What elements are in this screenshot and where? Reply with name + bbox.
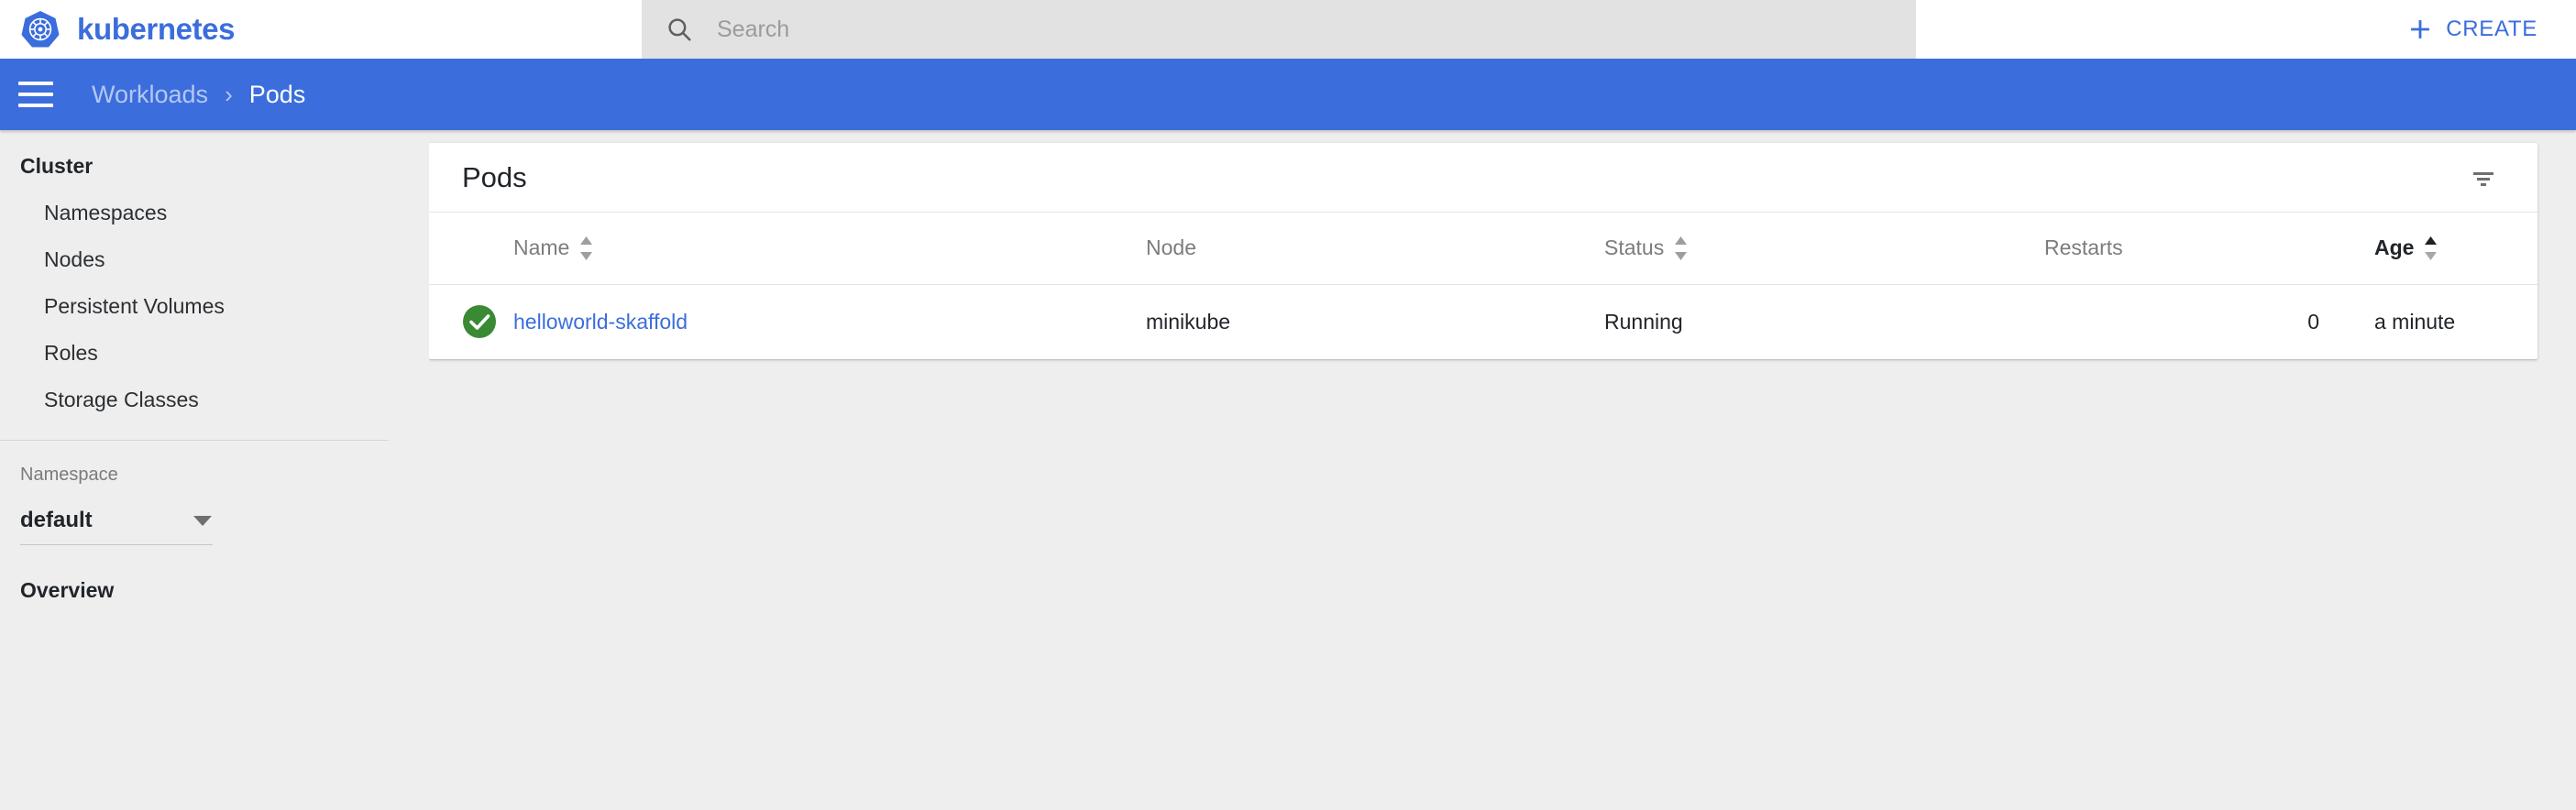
breadcrumb-item-pods: Pods [249, 81, 306, 109]
pods-table-body: helloworld-skaffold minikube Running 0 a… [429, 284, 2537, 359]
cell-status-icon [429, 284, 513, 359]
column-header-age[interactable]: Age [2319, 213, 2537, 284]
pods-table: Name Node [429, 213, 2537, 359]
hamburger-menu-icon[interactable] [18, 74, 59, 115]
breadcrumb-item-workloads[interactable]: Workloads [92, 81, 208, 109]
namespace-label: Namespace [20, 465, 429, 508]
column-header-restarts[interactable]: Restarts [2044, 213, 2319, 284]
column-header-age-label: Age [2374, 235, 2414, 260]
hamburger-bar [18, 82, 53, 85]
column-header-status-label: Status [1604, 235, 1664, 260]
namespace-select[interactable]: default [20, 508, 213, 545]
filter-icon [2469, 163, 2498, 192]
pods-card: Pods [429, 143, 2537, 359]
sidebar-item-roles[interactable]: Roles [0, 330, 429, 377]
column-header-node[interactable]: Node [1146, 213, 1604, 284]
pod-name-link[interactable]: helloworld-skaffold [513, 310, 688, 334]
column-header-restarts-label: Restarts [2044, 235, 2123, 260]
sidebar-item-storage-classes[interactable]: Storage Classes [0, 377, 429, 423]
column-header-status-icon [429, 213, 513, 284]
namespace-section: Namespace [0, 441, 429, 508]
sidebar-item-persistent-volumes[interactable]: Persistent Volumes [0, 283, 429, 330]
search-input[interactable] [717, 16, 1892, 43]
breadcrumb-separator-icon: › [208, 82, 249, 106]
pods-card-header: Pods [429, 143, 2537, 213]
top-bar-actions: CREATE [1916, 16, 2576, 42]
top-bar: kubernetes CREATE [0, 0, 2576, 59]
page-title: Pods [462, 161, 527, 194]
kubernetes-wheel-icon [20, 9, 61, 49]
breadcrumb: Workloads › Pods [92, 81, 305, 109]
sidebar-item-overview[interactable]: Overview [0, 545, 429, 614]
hamburger-bar [18, 93, 53, 96]
filter-button[interactable] [2459, 153, 2508, 202]
page-body: Cluster Namespaces Nodes Persistent Volu… [0, 130, 2576, 810]
cell-age: a minute [2319, 284, 2537, 359]
plus-icon [2407, 16, 2433, 42]
caret-down-icon [193, 514, 213, 527]
sidebar: Cluster Namespaces Nodes Persistent Volu… [0, 130, 429, 810]
sort-arrows-icon [1673, 235, 1689, 262]
pods-table-head: Name Node [429, 213, 2537, 284]
main-content: Pods [429, 130, 2576, 810]
cell-restarts: 0 [2044, 284, 2319, 359]
hamburger-bar [18, 104, 53, 107]
column-header-status[interactable]: Status [1604, 213, 2044, 284]
cell-status: Running [1604, 284, 2044, 359]
cell-node: minikube [1146, 284, 1604, 359]
create-button[interactable]: CREATE [2407, 16, 2537, 42]
brand-name: kubernetes [77, 12, 235, 47]
column-header-name-label: Name [513, 235, 569, 260]
search-bar[interactable] [642, 0, 1916, 59]
column-header-node-label: Node [1146, 235, 1196, 260]
search-container [642, 0, 1916, 59]
sidebar-item-namespaces[interactable]: Namespaces [0, 190, 429, 236]
namespace-selected-value: default [20, 508, 93, 533]
breadcrumb-bar: Workloads › Pods [0, 59, 2576, 130]
sort-arrows-icon [578, 235, 594, 262]
table-row[interactable]: helloworld-skaffold minikube Running 0 a… [429, 284, 2537, 359]
column-header-name[interactable]: Name [513, 213, 1146, 284]
cell-pod-name: helloworld-skaffold [513, 284, 1146, 359]
sidebar-group-cluster: Cluster [0, 143, 429, 190]
table-header-row: Name Node [429, 213, 2537, 284]
sort-arrows-icon [2423, 235, 2438, 262]
status-ok-check-icon [462, 304, 497, 339]
brand[interactable]: kubernetes [0, 9, 642, 49]
search-icon [666, 16, 693, 43]
create-button-label: CREATE [2446, 16, 2537, 42]
sidebar-item-nodes[interactable]: Nodes [0, 236, 429, 283]
kubernetes-dashboard: kubernetes CREATE [0, 0, 2576, 810]
